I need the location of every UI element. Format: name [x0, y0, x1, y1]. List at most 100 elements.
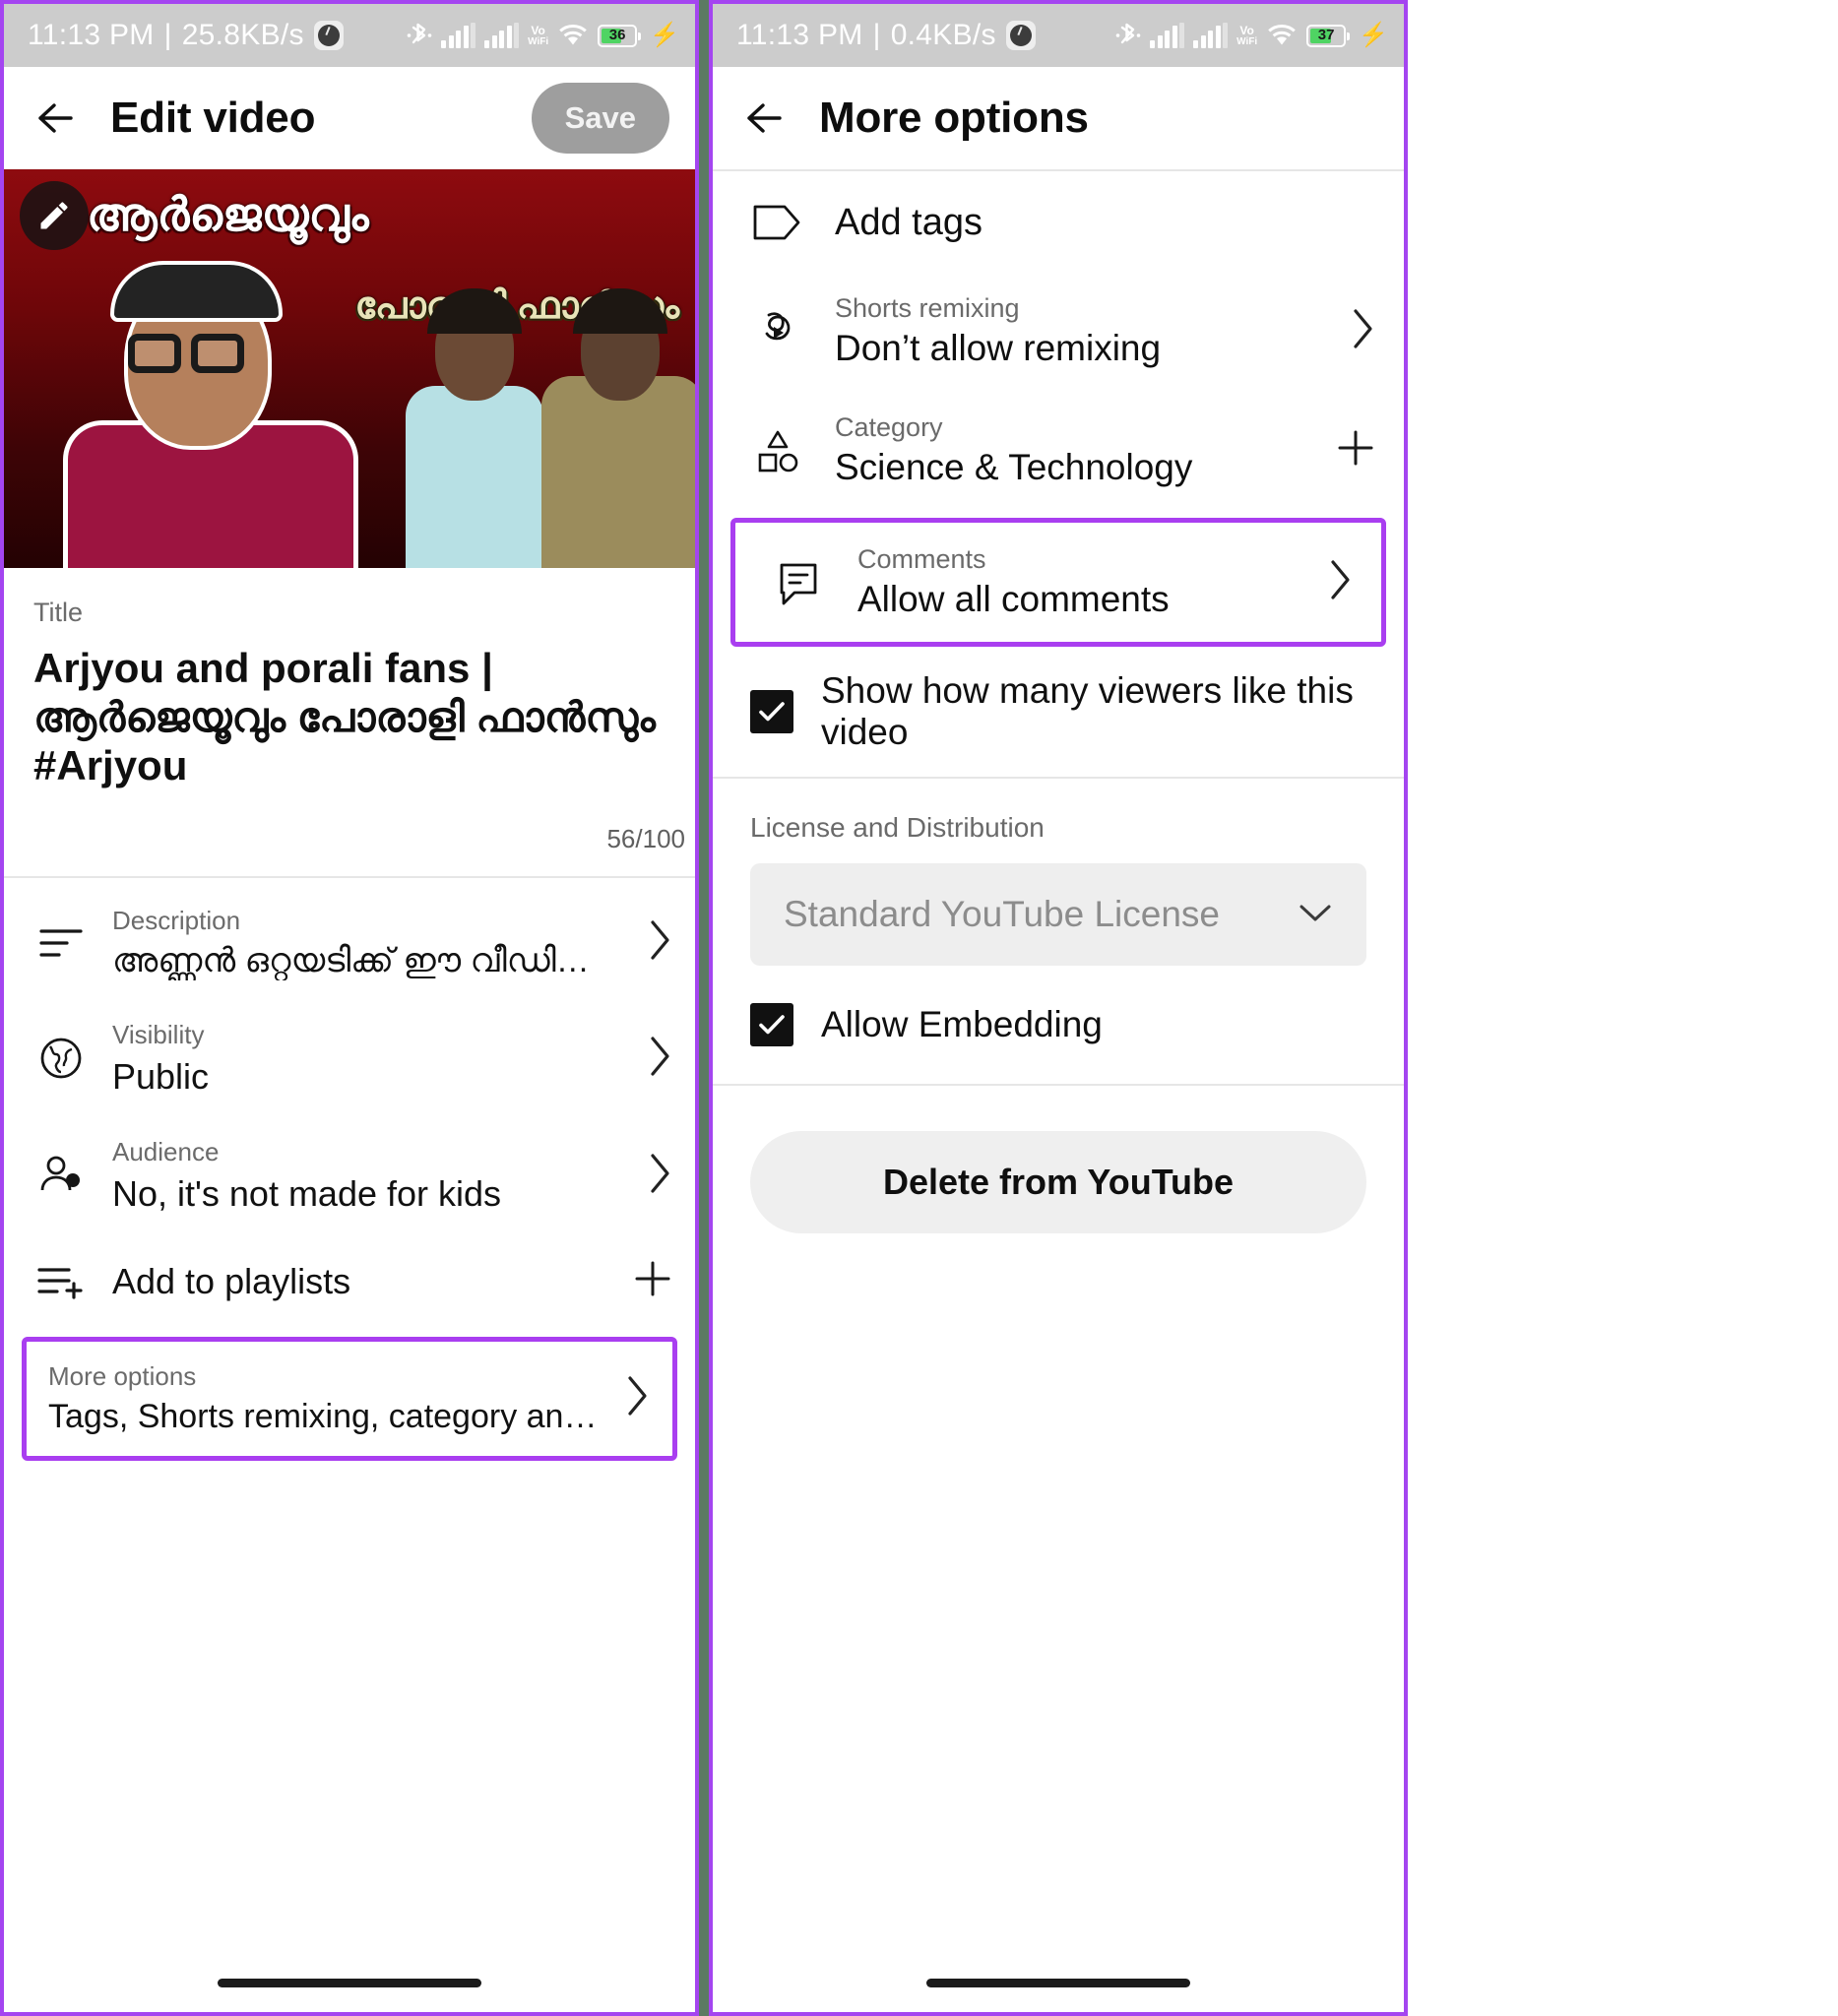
divider — [713, 1084, 1404, 1086]
tag-icon — [750, 201, 805, 244]
home-indicator[interactable] — [926, 1978, 1190, 1987]
comments-label: Comments — [857, 544, 986, 574]
list-item-audience[interactable]: Audience No, it's not made for kids — [4, 1117, 695, 1234]
right-nav-bar — [713, 1953, 1404, 2012]
license-select-value: Standard YouTube License — [784, 894, 1220, 934]
page-title: More options — [819, 94, 1089, 142]
list-item-comments[interactable]: Comments Allow all comments — [735, 523, 1381, 642]
chevron-down-icon — [1298, 902, 1333, 928]
audience-icon — [33, 1151, 89, 1200]
remix-icon — [750, 305, 805, 358]
volte-wifi-icon: Vo WiFi — [1236, 23, 1258, 47]
status-time: 11:13 PM — [28, 19, 155, 51]
shapes-icon — [750, 424, 805, 477]
charging-bolt-icon: ⚡ — [650, 22, 679, 48]
list-item-more-options[interactable]: More options Tags, Shorts remixing, cate… — [27, 1342, 672, 1456]
checkbox-allow-embedding[interactable]: Allow Embedding — [713, 966, 1404, 1084]
category-label: Category — [835, 412, 943, 442]
panel-gap-divider — [699, 0, 709, 2016]
playlist-add-icon — [33, 1262, 89, 1301]
audience-value: No, it's not made for kids — [112, 1172, 502, 1214]
back-arrow-icon[interactable] — [30, 93, 81, 144]
list-item-shorts-remixing[interactable]: Shorts remixing Don’t allow remixing — [713, 272, 1404, 391]
list-item-category[interactable]: Category Science & Technology — [713, 391, 1404, 510]
title-label: Title — [33, 598, 84, 627]
chevron-right-icon — [646, 1034, 673, 1084]
status-network-speed: 25.8KB/s — [181, 19, 304, 51]
bluetooth-icon — [1115, 21, 1141, 50]
list-item-add-tags[interactable]: Add tags — [713, 173, 1404, 272]
page-title: Edit video — [110, 94, 316, 142]
shorts-remixing-value: Don’t allow remixing — [835, 328, 1162, 368]
more-options-label: More options — [48, 1360, 197, 1391]
shorts-remixing-label: Shorts remixing — [835, 293, 1020, 323]
visibility-value: Public — [112, 1055, 210, 1097]
more-options-list: Add tags Shorts remixing Don’t allow rem… — [713, 171, 1404, 777]
allow-embedding-label: Allow Embedding — [821, 1004, 1103, 1044]
title-character-counter: 56/100 — [606, 823, 685, 853]
list-item-add-to-playlists[interactable]: Add to playlists — [4, 1234, 695, 1329]
description-icon — [33, 923, 89, 963]
comments-value: Allow all comments — [857, 579, 1170, 619]
signal-sim2-icon — [484, 23, 520, 48]
data-saver-icon — [1005, 21, 1036, 50]
save-button[interactable]: Save — [531, 83, 669, 154]
license-select[interactable]: Standard YouTube License — [750, 863, 1366, 966]
thumbnail-person-third — [536, 273, 695, 568]
delete-from-youtube-button[interactable]: Delete from YouTube — [750, 1131, 1366, 1233]
chevron-right-icon — [646, 917, 673, 968]
add-tags-label: Add tags — [835, 201, 982, 243]
comments-highlight: Comments Allow all comments — [730, 518, 1386, 647]
show-viewers-label: Show how many viewers like this video — [821, 670, 1354, 752]
back-arrow-icon[interactable] — [738, 93, 790, 144]
plus-icon[interactable] — [632, 1258, 673, 1304]
left-app-bar: Edit video Save — [4, 67, 695, 169]
globe-icon — [33, 1034, 89, 1083]
description-value: അണ്ണൻ ഒറ്റയടിക്ക് ഈ വീഡിയോ … — [112, 941, 622, 979]
battery-icon: 37 — [1306, 24, 1351, 47]
battery-icon: 36 — [598, 24, 642, 47]
right-status-bar: 11:13 PM | 0.4KB/s Vo WiFi 37 ⚡ — [713, 4, 1404, 67]
wifi-icon — [1266, 23, 1298, 48]
signal-sim1-icon — [1150, 23, 1185, 48]
volte-wifi-icon: Vo WiFi — [528, 23, 549, 47]
plus-icon[interactable] — [1335, 427, 1376, 473]
description-label: Description — [112, 905, 241, 935]
left-status-bar: 11:13 PM | 25.8KB/s Vo WiFi 36 ⚡ — [4, 4, 695, 67]
chevron-right-icon — [1349, 306, 1376, 356]
status-network-speed: 0.4KB/s — [890, 19, 996, 51]
category-value: Science & Technology — [835, 447, 1193, 487]
status-bar-left-group: 11:13 PM | 0.4KB/s — [736, 19, 1036, 52]
chevron-right-icon — [646, 1151, 673, 1201]
left-nav-bar — [4, 1953, 695, 2012]
wifi-icon — [557, 23, 589, 48]
list-item-visibility[interactable]: Visibility Public — [4, 1000, 695, 1117]
bluetooth-icon — [407, 21, 432, 50]
video-settings-list: Description അണ്ണൻ ഒറ്റയടിക്ക് ഈ വീഡിയോ …… — [4, 878, 695, 1461]
data-saver-icon — [313, 21, 344, 50]
status-time: 11:13 PM — [736, 19, 863, 51]
right-outer-padding — [1408, 0, 1616, 2016]
right-phone-screen: 11:13 PM | 0.4KB/s Vo WiFi 37 ⚡ More opt… — [709, 0, 1408, 2016]
thumbnail-person-second — [398, 273, 545, 568]
home-indicator[interactable] — [218, 1978, 481, 1987]
more-options-value: Tags, Shorts remixing, category and… — [48, 1397, 600, 1435]
list-item-description[interactable]: Description അണ്ണൻ ഒറ്റയടിക്ക് ഈ വീഡിയോ … — [4, 886, 695, 1000]
signal-sim2-icon — [1193, 23, 1229, 48]
status-bar-right-group: Vo WiFi 37 ⚡ — [1115, 21, 1388, 50]
video-thumbnail[interactable]: ആർജെയൂവും പോരാളി ഫാൻസും — [4, 169, 695, 568]
checkbox-checked-icon[interactable] — [750, 690, 793, 733]
checkbox-show-viewers[interactable]: Show how many viewers like this video — [713, 647, 1404, 777]
checkbox-checked-icon[interactable] — [750, 1003, 793, 1046]
left-phone-screen: 11:13 PM | 25.8KB/s Vo WiFi 36 ⚡ Edit vi… — [0, 0, 699, 2016]
status-bar-left-group: 11:13 PM | 25.8KB/s — [28, 19, 344, 52]
add-to-playlists-label: Add to playlists — [112, 1260, 351, 1301]
title-input[interactable]: Arjyou and porali fans | ആർജെയൂവും പോരാള… — [33, 644, 665, 790]
status-separator: | — [163, 19, 172, 51]
edit-thumbnail-icon[interactable] — [20, 181, 89, 250]
chevron-right-icon — [623, 1373, 651, 1423]
comment-icon — [773, 557, 828, 608]
signal-sim1-icon — [441, 23, 476, 48]
thumbnail-overlay-title: ആർജെയൂവും — [87, 188, 369, 240]
right-app-bar: More options — [713, 67, 1404, 169]
